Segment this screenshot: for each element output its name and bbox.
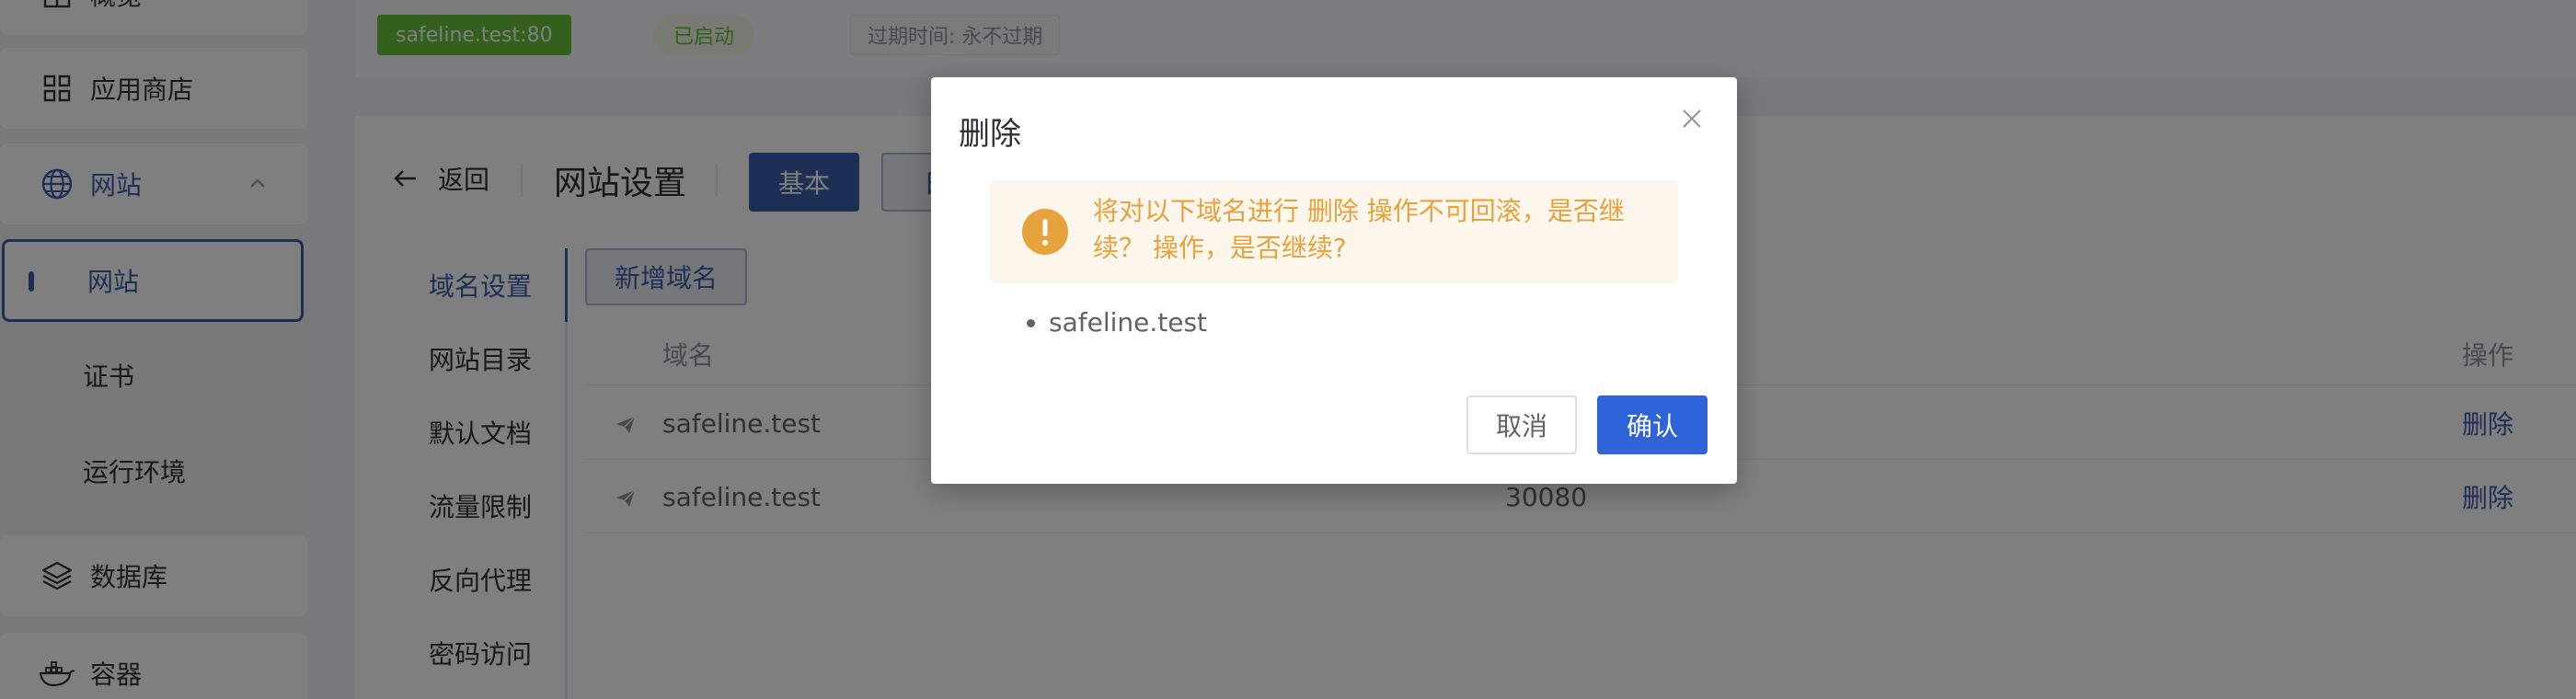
domain-list: safeline.test	[1030, 307, 1207, 338]
close-icon[interactable]	[1678, 105, 1706, 132]
confirm-button[interactable]: 确认	[1597, 395, 1708, 454]
warning-alert: 将对以下域名进行 删除 操作不可回滚，是否继续？ 操作，是否继续?	[990, 180, 1678, 283]
warning-icon	[1022, 209, 1068, 255]
list-item: safeline.test	[1049, 307, 1207, 338]
cancel-button[interactable]: 取消	[1466, 395, 1577, 454]
app-root: 概览 应用商店 网站 网站 证书 运行环境	[0, 0, 2576, 699]
delete-dialog: 删除 将对以下域名进行 删除 操作不可回滚，是否继续？ 操作，是否继续? saf…	[931, 77, 1737, 484]
warning-text: 将对以下域名进行 删除 操作不可回滚，是否继续？ 操作，是否继续?	[1093, 196, 1625, 263]
dialog-title: 删除	[959, 116, 1021, 153]
